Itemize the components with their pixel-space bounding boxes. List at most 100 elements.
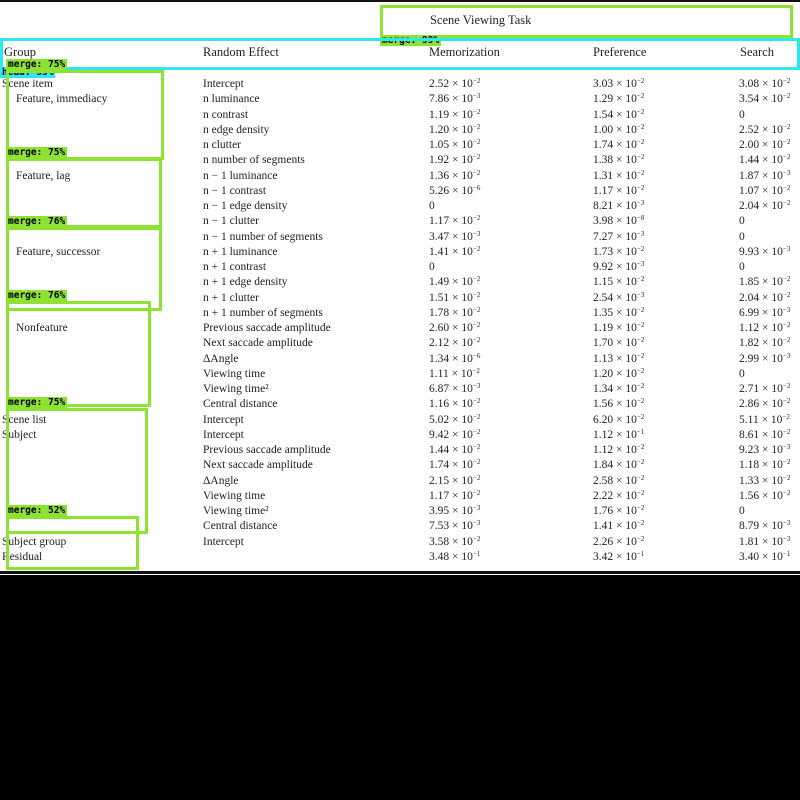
cell-exponent: −2 xyxy=(636,519,645,527)
cell-value: 9.92 × 10 xyxy=(593,261,637,273)
cell-exponent: −1 xyxy=(472,550,481,558)
cell-exponent: −2 xyxy=(782,382,791,390)
cell-value: 7.27 × 10 xyxy=(593,231,637,243)
cell-value: 2.58 × 10 xyxy=(593,475,637,487)
cell-mem: 1.05 × 10−2 xyxy=(429,139,480,152)
cell-mem: 7.86 × 10−3 xyxy=(429,93,480,106)
overlay-label: merge: 75% xyxy=(6,397,68,408)
cell-pref: 8.21 × 10−3 xyxy=(593,200,644,213)
cell-search: 6.99 × 10−3 xyxy=(739,307,790,320)
cell-mem: 3.58 × 10−2 xyxy=(429,536,480,549)
cell-search: 2.52 × 10−2 xyxy=(739,124,790,137)
cell-search: 2.86 × 10−2 xyxy=(739,398,790,411)
cell-exponent: −1 xyxy=(782,550,791,558)
cell-exponent: −2 xyxy=(472,77,481,85)
cell-exponent: −2 xyxy=(636,184,645,192)
cell-pref: 1.35 × 10−2 xyxy=(593,307,644,320)
cell-exponent: −2 xyxy=(472,367,480,375)
cell-exponent: −2 xyxy=(636,123,645,131)
cell-search: 1.44 × 10−2 xyxy=(739,154,790,167)
cell-exponent: −2 xyxy=(472,153,481,161)
cell-exponent: −2 xyxy=(636,92,645,100)
cell-exponent: −2 xyxy=(636,306,645,314)
cell-value: 1.19 × 10 xyxy=(429,109,473,121)
cell-mem: 1.17 × 10−2 xyxy=(429,215,480,228)
cell-mem: 1.34 × 10−6 xyxy=(429,353,480,366)
cell-value: 1.17 × 10 xyxy=(429,490,473,502)
cell-value: 2.54 × 10 xyxy=(593,292,637,304)
cell-exponent: −3 xyxy=(472,519,481,527)
cell-pref: 1.34 × 10−2 xyxy=(593,383,644,396)
overlay-box-nonfeature xyxy=(6,301,151,407)
row-random-effect: n luminance xyxy=(203,93,260,105)
cell-exponent: −2 xyxy=(782,291,791,299)
cell-pref: 2.58 × 10−2 xyxy=(593,475,644,488)
cell-value: 2.04 × 10 xyxy=(739,292,783,304)
cell-value: 1.18 × 10 xyxy=(739,459,783,471)
cell-value: 3.40 × 10 xyxy=(739,551,783,563)
cell-exponent: −2 xyxy=(636,169,645,177)
cell-value: 1.81 × 10 xyxy=(739,536,783,548)
cell-search: 2.99 × 10−3 xyxy=(739,353,790,366)
cell-value: 1.13 × 10 xyxy=(593,353,637,365)
cell-value: 0 xyxy=(739,109,745,121)
cell-exponent: −2 xyxy=(782,123,791,131)
cell-mem: 2.52 × 10−2 xyxy=(429,78,480,91)
cell-mem: 2.60 × 10−2 xyxy=(429,322,480,335)
cell-value: 3.95 × 10 xyxy=(429,505,473,517)
cell-value: 2.26 × 10 xyxy=(593,536,637,548)
cell-exponent: −2 xyxy=(472,535,481,543)
cell-search: 0 xyxy=(739,215,745,228)
cell-search: 2.04 × 10−2 xyxy=(739,200,790,213)
cell-exponent: −2 xyxy=(636,275,645,283)
cell-value: 3.54 × 10 xyxy=(739,93,783,105)
cell-value: 8.21 × 10 xyxy=(593,200,637,212)
cell-exponent: −2 xyxy=(636,108,645,116)
cell-search: 8.61 × 10−2 xyxy=(739,429,790,442)
row-random-effect: n − 1 contrast xyxy=(203,185,267,197)
cell-exponent: −2 xyxy=(636,458,645,466)
cell-exponent: −2 xyxy=(782,336,791,344)
cell-exponent: −2 xyxy=(782,184,791,192)
cell-value: 0 xyxy=(739,505,745,517)
cell-search: 2.71 × 10−2 xyxy=(739,383,790,396)
cell-value: 1.82 × 10 xyxy=(739,337,783,349)
cell-value: 1.05 × 10 xyxy=(429,139,473,151)
cell-pref: 1.15 × 10−2 xyxy=(593,276,644,289)
cell-mem: 5.02 × 10−2 xyxy=(429,414,480,427)
cell-value: 1.12 × 10 xyxy=(739,322,783,334)
cell-value: 0 xyxy=(429,200,435,212)
cell-value: 1.41 × 10 xyxy=(593,520,637,532)
row-random-effect: Intercept xyxy=(203,78,244,90)
cell-value: 1.17 × 10 xyxy=(429,215,473,227)
cell-exponent: −2 xyxy=(636,489,645,497)
cell-value: 1.44 × 10 xyxy=(739,154,783,166)
cell-search: 9.23 × 10−3 xyxy=(739,444,790,457)
bottom-rule xyxy=(0,571,800,574)
cell-exponent: −2 xyxy=(472,474,481,482)
cell-value: 1.12 × 10 xyxy=(593,429,637,441)
cell-value: 1.84 × 10 xyxy=(593,459,637,471)
cell-exponent: −8 xyxy=(636,214,645,222)
cell-search: 2.04 × 10−2 xyxy=(739,292,790,305)
cell-value: 8.61 × 10 xyxy=(739,429,783,441)
cell-value: 1.15 × 10 xyxy=(593,276,637,288)
cell-mem: 2.12 × 10−2 xyxy=(429,337,480,350)
row-random-effect: n + 1 contrast xyxy=(203,261,267,273)
cell-value: 1.12 × 10 xyxy=(593,444,637,456)
cell-search: 1.81 × 10−3 xyxy=(739,536,790,549)
cell-value: 7.86 × 10 xyxy=(429,93,473,105)
row-random-effect: Intercept xyxy=(203,429,244,441)
cell-mem: 1.74 × 10−2 xyxy=(429,459,480,472)
cell-exponent: −2 xyxy=(472,138,481,146)
row-random-effect: n edge density xyxy=(203,124,270,136)
cell-exponent: −6 xyxy=(472,184,481,192)
cell-exponent: −2 xyxy=(472,489,481,497)
cell-value: 9.93 × 10 xyxy=(739,246,783,258)
cell-pref: 3.42 × 10−1 xyxy=(593,551,644,564)
cell-value: 1.76 × 10 xyxy=(593,505,637,517)
cell-mem: 1.92 × 10−2 xyxy=(429,154,480,167)
overlay-box-residual xyxy=(6,516,139,570)
cell-value: 3.58 × 10 xyxy=(429,536,473,548)
cell-exponent: −2 xyxy=(472,397,481,405)
